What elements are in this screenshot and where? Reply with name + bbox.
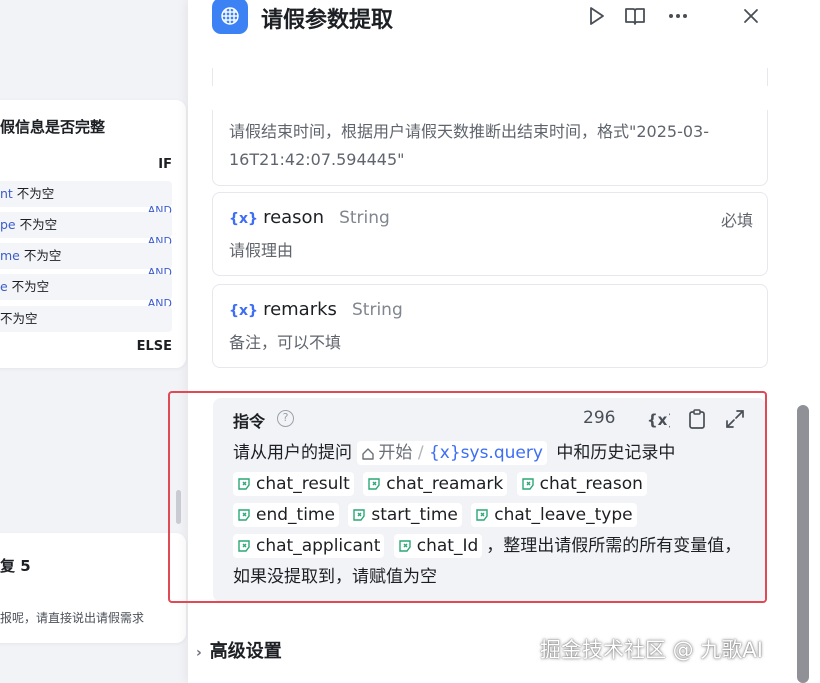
param-description: 备注，可以不填: [229, 333, 342, 352]
more-icon[interactable]: [666, 4, 690, 28]
condition-row: pe 不为空: [0, 212, 172, 238]
param-description: 请假理由: [229, 241, 294, 260]
condition-node[interactable]: 假信息是否完整 IF nt 不为空 AND pe 不为空 AND me 不为空 …: [0, 100, 186, 368]
param-description: 请假结束时间，根据用户请假天数推断出结束时间，格式"2025-03-16T21:…: [229, 122, 709, 169]
param-header: {x} remarks String: [229, 299, 403, 320]
variable-icon: {x}: [229, 303, 258, 319]
else-label: ELSE: [136, 339, 172, 354]
condition-node-title: 假信息是否完整: [0, 118, 106, 136]
if-label: IF: [158, 157, 172, 172]
condition-row: 不为空: [0, 306, 172, 332]
llm-node-icon: [212, 0, 248, 34]
param-card-reason[interactable]: {x} reason String 必填 请假理由: [212, 192, 768, 276]
required-badge: 必填: [720, 211, 753, 230]
variable-icon: {x}: [229, 211, 258, 227]
run-icon[interactable]: [584, 4, 608, 28]
condition-row: me 不为空: [0, 243, 172, 269]
close-icon[interactable]: [739, 4, 763, 28]
reply-node-desc: 报呢，请直接说出请假需求: [0, 611, 145, 625]
watermark-text: 掘金技术社区 @ 九歌AI: [540, 638, 763, 662]
condition-row: nt 不为空: [0, 181, 172, 207]
reply-node-title: 复 5: [0, 557, 31, 575]
condition-row: e 不为空: [0, 274, 172, 300]
node-title[interactable]: 请假参数提取: [261, 2, 393, 34]
param-type: String: [352, 300, 403, 320]
param-type: String: [339, 208, 390, 228]
param-name: reason: [263, 207, 324, 228]
panel-scrollbar[interactable]: [797, 405, 809, 683]
param-card-remarks[interactable]: {x} remarks String 备注，可以不填: [212, 284, 768, 368]
reply-node[interactable]: 复 5 报呢，请直接说出请假需求: [0, 533, 186, 643]
param-name: remarks: [263, 299, 337, 320]
chevron-right-icon: ›: [196, 645, 202, 661]
header-fade: [212, 86, 768, 110]
book-icon[interactable]: [623, 4, 647, 28]
param-header: {x} reason String: [229, 207, 390, 228]
advanced-settings-toggle[interactable]: › 高级设置: [196, 637, 282, 663]
highlight-annotation: [168, 391, 767, 603]
